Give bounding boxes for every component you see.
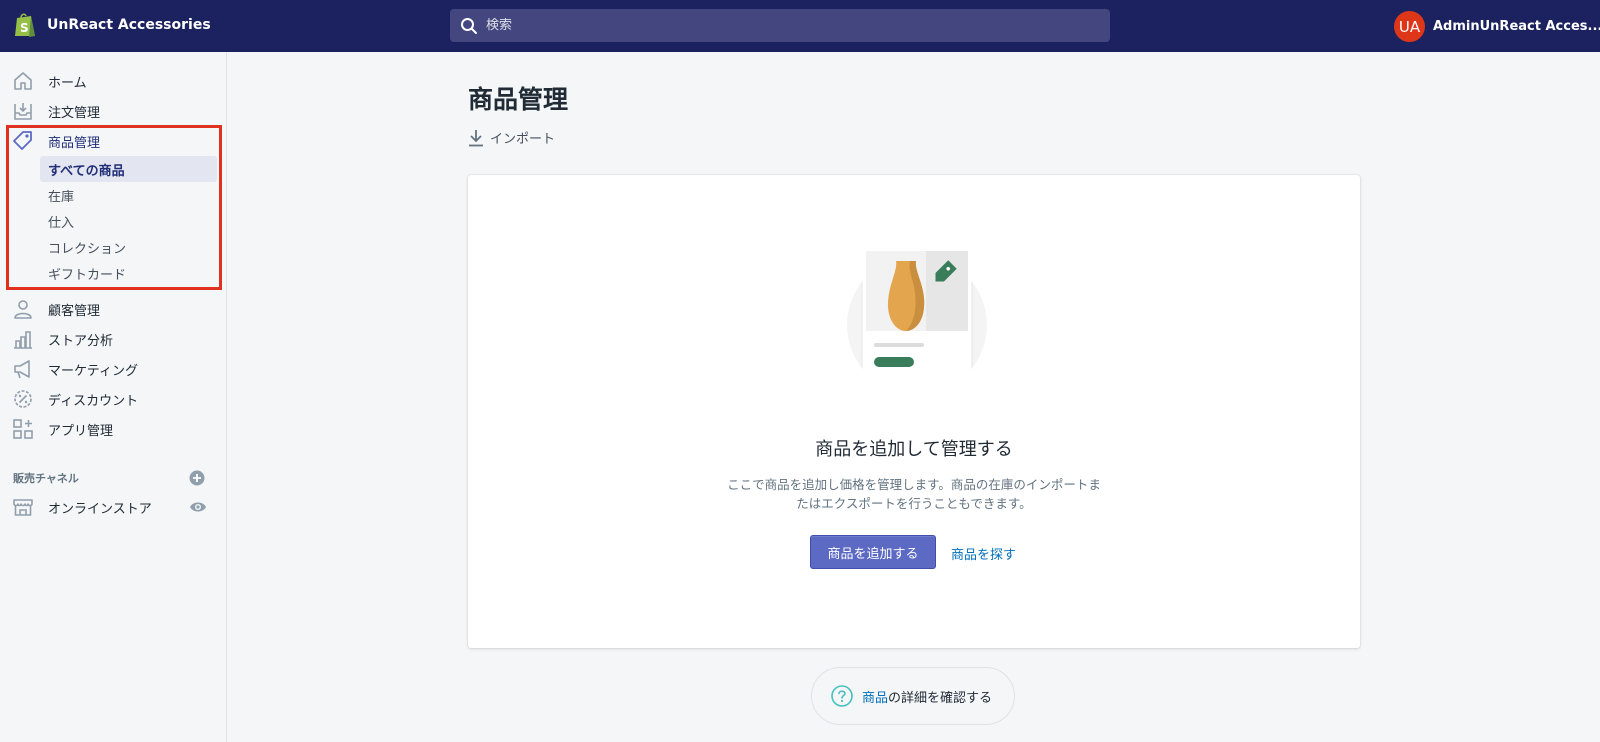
discount-badge-icon	[14, 390, 32, 408]
sidebar-item-customers[interactable]: 顧客管理	[0, 294, 227, 324]
person-icon	[14, 300, 32, 319]
sidebar-item-orders[interactable]: 注文管理	[0, 96, 227, 126]
sidebar-subitem-label: ギフトカード	[48, 267, 127, 283]
question-circle-icon	[831, 685, 853, 707]
help-suffix: の詳細を確認する	[888, 690, 993, 706]
sidebar-subitem-label: 在庫	[48, 189, 75, 205]
sidebar-item-apps[interactable]: アプリ管理	[0, 414, 227, 444]
sidebar-subitem-transfers[interactable]: 仕入	[40, 208, 217, 234]
sidebar-item-label: アプリ管理	[48, 423, 114, 439]
user-name: AdminUnReact Acces...	[1433, 19, 1600, 34]
store-name: UnReact Accessories	[47, 17, 211, 33]
sidebar-item-label: 商品管理	[48, 135, 101, 151]
sidebar-item-discounts[interactable]: ディスカウント	[0, 384, 227, 414]
sidebar-item-label: 顧客管理	[48, 303, 101, 319]
sidebar: ホーム 注文管理 商品管理 すべての商品 在庫 仕入 コレクション ギフトカード	[0, 52, 227, 742]
sidebar-subitem-collections[interactable]: コレクション	[40, 234, 217, 260]
sidebar-item-home[interactable]: ホーム	[0, 66, 227, 96]
sidebar-subitem-inventory[interactable]: 在庫	[40, 182, 217, 208]
sidebar-item-marketing[interactable]: マーケティング	[0, 354, 227, 384]
sidebar-subitem-label: すべての商品	[48, 163, 125, 179]
sidebar-item-analytics[interactable]: ストア分析	[0, 324, 227, 354]
search-input[interactable]	[486, 18, 1086, 33]
sidebar-item-label: ディスカウント	[48, 393, 139, 409]
product-illustration	[847, 251, 987, 373]
sidebar-item-label: オンラインストア	[48, 501, 152, 517]
bar-chart-icon	[14, 331, 32, 349]
download-icon	[469, 129, 483, 146]
tag-icon	[13, 131, 32, 150]
storefront-icon	[13, 499, 33, 516]
eye-icon[interactable]	[189, 498, 207, 516]
add-circle-icon[interactable]	[189, 470, 205, 486]
sidebar-subitem-label: 仕入	[48, 215, 75, 231]
megaphone-icon	[14, 360, 30, 379]
inbox-download-icon	[14, 103, 32, 120]
help-text: 商品の詳細を確認する	[862, 687, 992, 706]
search-icon	[461, 17, 477, 34]
import-label: インポート	[490, 132, 556, 147]
user-menu[interactable]: UA AdminUnReact Acces...	[1394, 11, 1600, 42]
sidebar-subitem-all-products[interactable]: すべての商品	[40, 156, 217, 182]
help-link[interactable]: 商品	[862, 691, 888, 706]
search-bar[interactable]	[450, 9, 1110, 42]
find-products-link[interactable]: 商品を探す	[951, 544, 1016, 563]
avatar: UA	[1394, 11, 1425, 42]
sidebar-item-label: ホーム	[48, 75, 87, 91]
sidebar-subitem-label: コレクション	[48, 241, 127, 257]
empty-state-title: 商品を追加して管理する	[815, 439, 1013, 460]
apps-grid-icon	[13, 419, 33, 439]
empty-state-description: ここで商品を追加し価格を管理します。商品の在庫のインポートまたはエクスポートを行…	[727, 477, 1101, 511]
sidebar-subitem-gift-cards[interactable]: ギフトカード	[40, 260, 217, 286]
svg-text:S: S	[20, 21, 29, 35]
sidebar-item-label: 注文管理	[48, 105, 101, 121]
help-footer: 商品の詳細を確認する	[811, 667, 1015, 725]
sidebar-item-products[interactable]: 商品管理	[0, 126, 227, 156]
sidebar-item-label: ストア分析	[48, 333, 114, 349]
page-title: 商品管理	[468, 85, 569, 114]
home-icon	[14, 72, 32, 90]
empty-state-card: 商品を追加して管理する ここで商品を追加し価格を管理します。商品の在庫のインポー…	[468, 175, 1360, 648]
store-brand[interactable]: S UnReact Accessories	[14, 12, 211, 38]
top-bar: S UnReact Accessories UA AdminUnReact Ac…	[0, 0, 1600, 52]
sidebar-item-label: マーケティング	[48, 363, 138, 379]
sales-channels-title: 販売チャネル	[13, 472, 79, 485]
sidebar-item-online-store[interactable]: オンラインストア	[0, 492, 227, 522]
add-product-button[interactable]: 商品を追加する	[810, 535, 936, 569]
import-button[interactable]: インポート	[468, 128, 555, 147]
shopify-bag-icon: S	[15, 13, 35, 37]
